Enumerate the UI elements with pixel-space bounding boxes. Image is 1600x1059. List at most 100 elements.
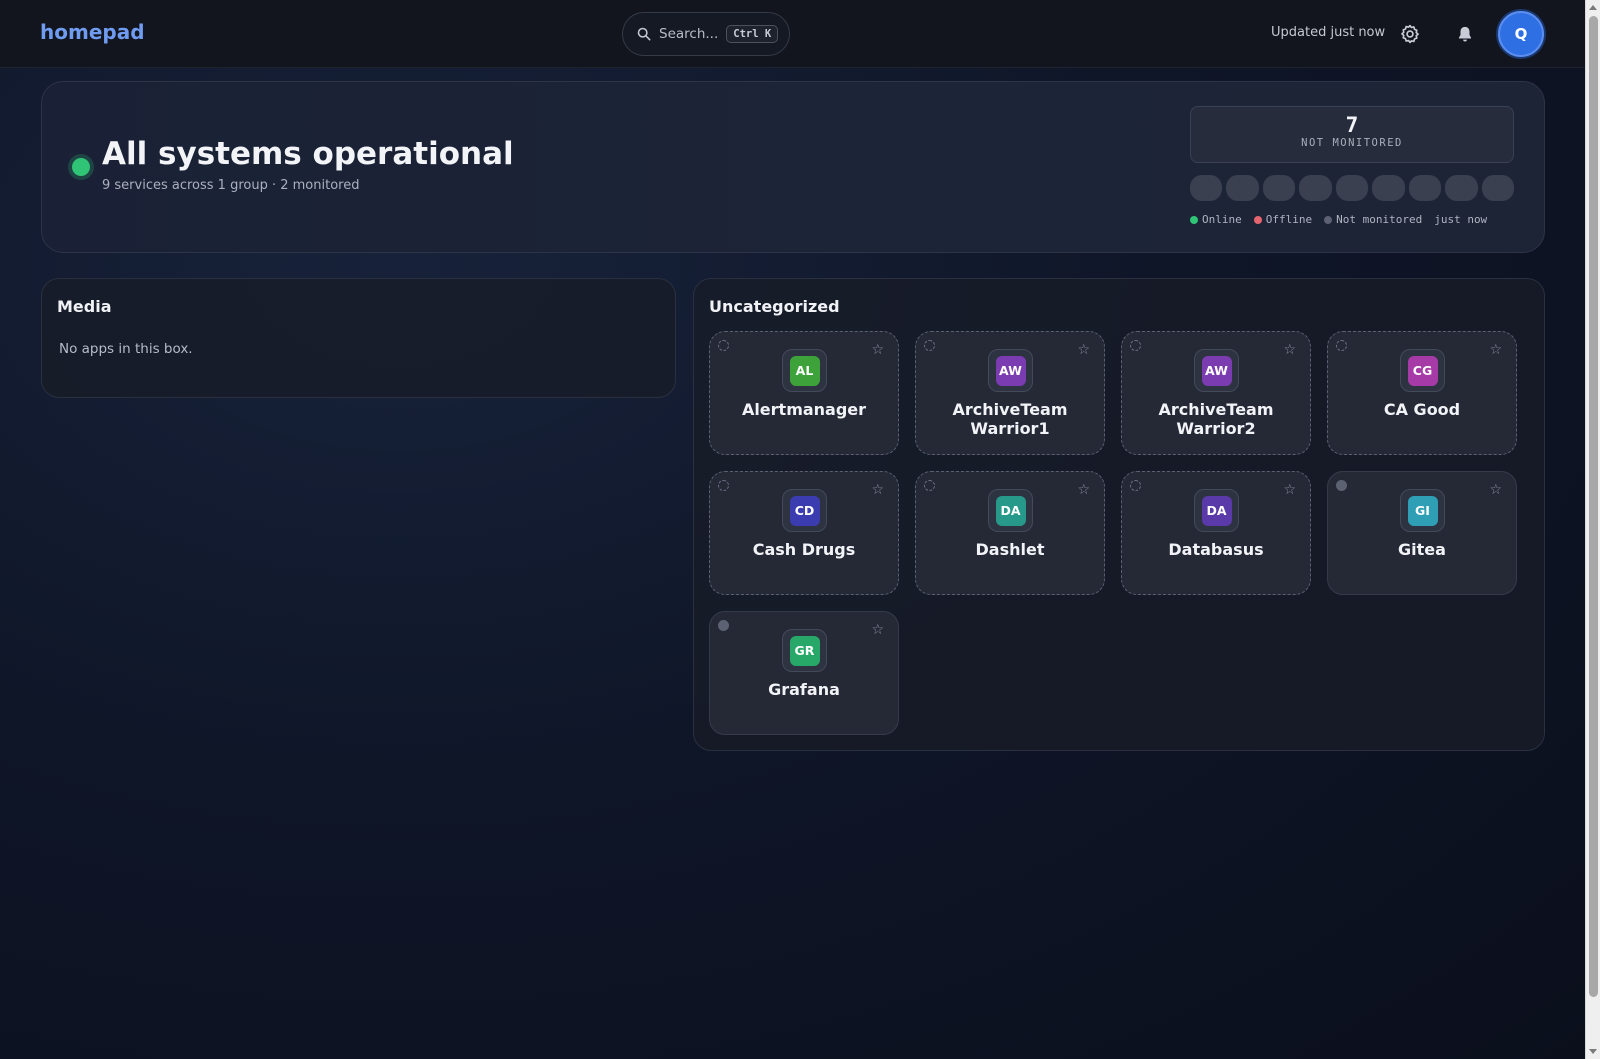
app-name: Databasus <box>1168 540 1264 559</box>
media-empty-message: No apps in this box. <box>59 341 193 357</box>
app-name: CA Good <box>1383 400 1461 419</box>
search-placeholder: Search... <box>659 26 719 42</box>
app-initials-icon: CG <box>1407 355 1438 386</box>
star-icon[interactable]: ☆ <box>871 342 884 358</box>
media-box-title: Media <box>57 297 112 316</box>
app-tile[interactable]: ☆ GR Grafana <box>709 611 899 735</box>
search-icon <box>637 27 651 41</box>
online-dot-icon <box>1190 215 1198 224</box>
legend-not-monitored-label: Not monitored <box>1336 213 1423 226</box>
app-tile[interactable]: ☆ DA Databasus <box>1121 471 1311 595</box>
monitor-status-icon <box>718 340 729 351</box>
app-icon-frame: CD <box>782 489 827 532</box>
uncategorized-box: Uncategorized ☆ AL Alertmanager ☆ AW ArchiveT… <box>693 278 1545 751</box>
not-monitored-counter: 7 NOT MONITORED <box>1190 106 1514 163</box>
scrollbar-thumb[interactable] <box>1589 16 1598 997</box>
star-icon[interactable]: ☆ <box>871 622 884 638</box>
app-icon-frame: AW <box>988 349 1033 392</box>
uncategorized-box-title: Uncategorized <box>709 297 840 316</box>
gear-icon <box>1401 24 1419 44</box>
app-name: Gitea <box>1398 540 1446 559</box>
legend-timestamp: just now <box>1434 213 1488 226</box>
status-legend: Online Offline Not monitored just now <box>1190 213 1487 226</box>
app-icon-frame: DA <box>1194 489 1239 532</box>
monitor-status-icon <box>924 340 935 351</box>
app-name: ArchiveTeam Warrior1 <box>952 400 1068 438</box>
app-tile[interactable]: ☆ CD Cash Drugs <box>709 471 899 595</box>
app-tile[interactable]: ☆ GI Gitea <box>1327 471 1517 595</box>
service-status-pill[interactable] <box>1445 175 1478 201</box>
legend-offline: Offline <box>1253 213 1313 226</box>
monitor-status-icon <box>718 480 729 491</box>
service-status-pill[interactable] <box>1226 175 1259 201</box>
not-monitored-count: 7 <box>1345 113 1359 137</box>
search-shortcut-hint: Ctrl K <box>726 25 779 43</box>
star-icon[interactable]: ☆ <box>1077 342 1090 358</box>
app-name: ArchiveTeam Warrior2 <box>1158 400 1274 438</box>
user-avatar[interactable]: Q <box>1498 11 1544 57</box>
service-status-pill[interactable] <box>1408 175 1442 201</box>
star-icon[interactable]: ☆ <box>1489 342 1502 358</box>
app-icon-frame: GI <box>1400 489 1445 532</box>
service-status-pill[interactable] <box>1481 175 1514 201</box>
monitor-status-icon <box>1336 340 1347 351</box>
legend-not-monitored: Not monitored <box>1324 213 1422 226</box>
app-tile[interactable]: ☆ AW ArchiveTeam Warrior2 <box>1121 331 1311 455</box>
app-tile[interactable]: ☆ AL Alertmanager <box>709 331 899 455</box>
scroll-down-icon[interactable] <box>1589 1049 1597 1054</box>
star-icon[interactable]: ☆ <box>1283 482 1296 498</box>
monitor-status-icon <box>1130 340 1141 351</box>
system-status-card: All systems operational 9 services acros… <box>41 81 1545 253</box>
status-subtitle: 9 services across 1 group · 2 monitored <box>102 178 360 193</box>
monitor-status-icon <box>1130 480 1141 491</box>
notifications-button[interactable] <box>1451 20 1479 48</box>
legend-online: Online <box>1190 213 1242 226</box>
bell-icon <box>1459 26 1471 42</box>
media-box: Media No apps in this box. <box>41 278 676 398</box>
service-status-pill[interactable] <box>1372 175 1405 201</box>
star-icon[interactable]: ☆ <box>1283 342 1296 358</box>
app-name: Dashlet <box>975 540 1045 559</box>
monitor-status-icon <box>924 480 935 491</box>
legend-offline-label: Offline <box>1265 213 1313 226</box>
app-name: Cash Drugs <box>752 540 856 559</box>
settings-button[interactable] <box>1396 20 1424 48</box>
brand-logo[interactable]: homepad <box>40 20 145 44</box>
service-status-pill[interactable] <box>1299 175 1332 201</box>
top-bar: homepad Search... Ctrl K Updated just no… <box>0 0 1585 68</box>
monitor-status-icon <box>718 620 729 631</box>
app-initials-icon: GR <box>789 635 820 666</box>
app-initials-icon: GI <box>1407 495 1438 526</box>
updated-status: Updated just now <box>1271 25 1386 40</box>
app-icon-frame: AL <box>782 349 827 392</box>
app-name: Grafana <box>768 680 840 699</box>
app-initials-icon: AW <box>1201 355 1232 386</box>
status-indicator <box>72 158 90 176</box>
monitor-status-icon <box>1336 480 1347 491</box>
star-icon[interactable]: ☆ <box>871 482 884 498</box>
star-icon[interactable]: ☆ <box>1489 482 1502 498</box>
search-input[interactable]: Search... Ctrl K <box>622 12 790 56</box>
status-title: All systems operational <box>102 136 514 172</box>
service-status-bars <box>1190 175 1514 201</box>
service-status-pill[interactable] <box>1262 175 1296 201</box>
app-tile[interactable]: ☆ AW ArchiveTeam Warrior1 <box>915 331 1105 455</box>
app-initials-icon: DA <box>1201 495 1232 526</box>
app-initials-icon: AW <box>995 355 1026 386</box>
app-tile[interactable]: ☆ CG CA Good <box>1327 331 1517 455</box>
app-icon-frame: CG <box>1400 349 1445 392</box>
offline-dot-icon <box>1253 215 1262 224</box>
page-scrollbar[interactable] <box>1585 0 1600 1059</box>
scroll-up-icon[interactable] <box>1589 5 1597 10</box>
app-initials-icon: DA <box>995 495 1026 526</box>
app-icon-frame: GR <box>782 629 827 672</box>
app-name: Alertmanager <box>741 400 867 419</box>
app-icon-frame: AW <box>1194 349 1239 392</box>
service-status-pill[interactable] <box>1190 175 1223 201</box>
not-monitored-dot-icon <box>1324 215 1333 224</box>
star-icon[interactable]: ☆ <box>1077 482 1090 498</box>
app-icon-frame: DA <box>988 489 1033 532</box>
service-status-pill[interactable] <box>1335 175 1369 201</box>
not-monitored-label: NOT MONITORED <box>1301 137 1403 149</box>
app-tile[interactable]: ☆ DA Dashlet <box>915 471 1105 595</box>
